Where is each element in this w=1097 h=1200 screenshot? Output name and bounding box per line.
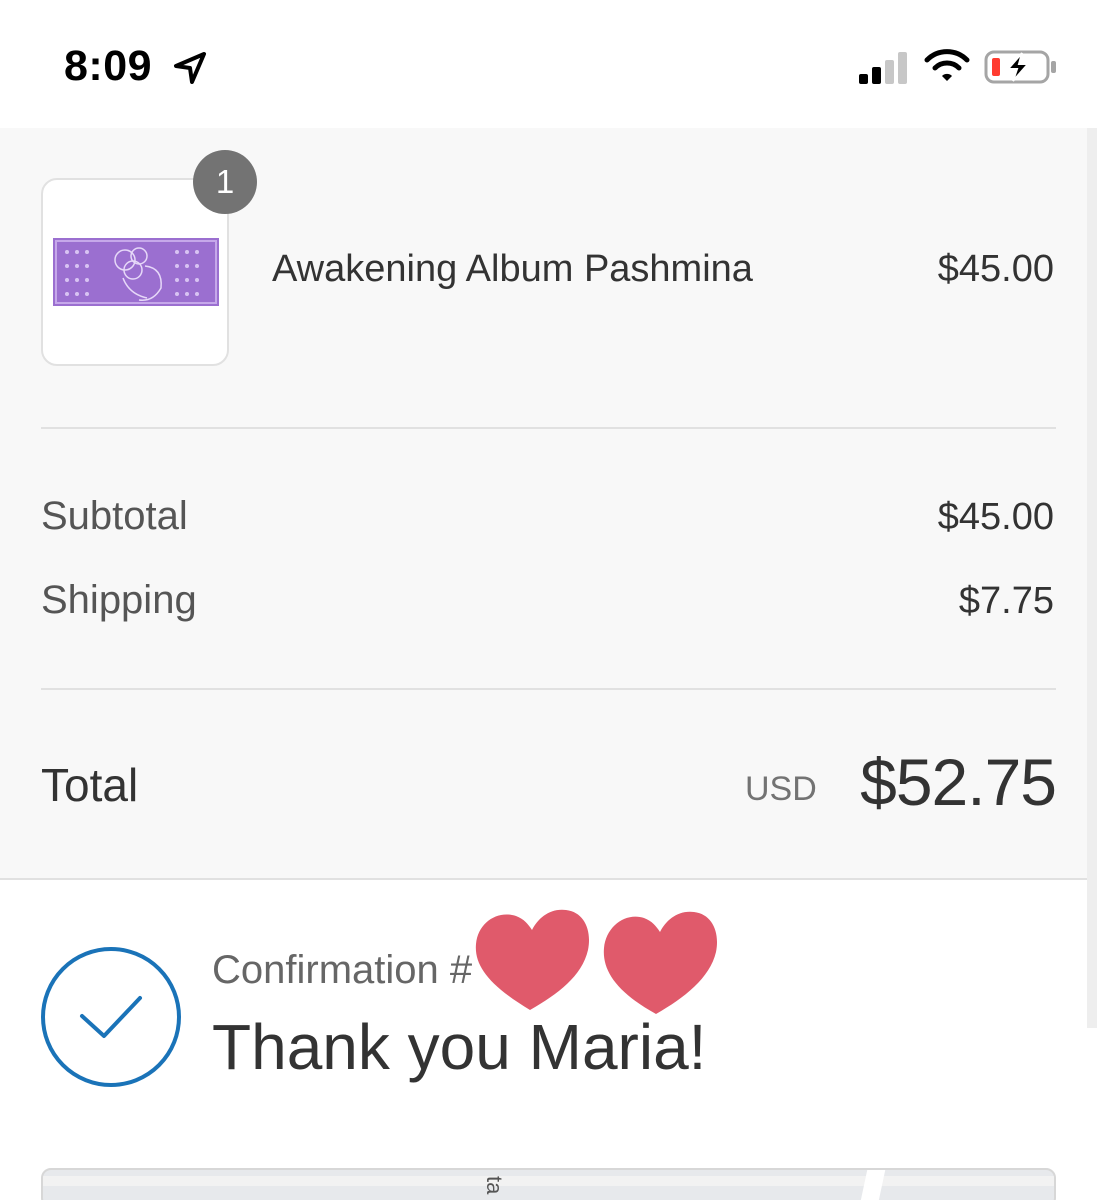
- order-summary: 1 Awakening Album Pashmina $45.00 Subtot…: [0, 128, 1097, 880]
- battery-charging-icon: [984, 50, 1056, 84]
- map-road: [43, 1176, 1054, 1186]
- confirmation-number: Confirmation #: [212, 948, 473, 992]
- divider: [41, 688, 1056, 690]
- currency-code: USD: [745, 770, 817, 808]
- map-street-label: ta: [482, 1176, 507, 1195]
- cellular-signal-icon: [859, 52, 907, 84]
- pashmina-image: [53, 238, 219, 306]
- location-arrow-icon: [174, 52, 206, 84]
- shipping-value: $7.75: [958, 580, 1054, 622]
- total-value: $52.75: [860, 745, 1057, 819]
- status-time: 8:09: [64, 42, 153, 90]
- subtotal-label: Subtotal: [41, 494, 188, 538]
- product-thumbnail[interactable]: [41, 178, 229, 366]
- product-name: Awakening Album Pashmina: [272, 248, 753, 290]
- wifi-icon: [924, 49, 970, 81]
- map-preview[interactable]: ta: [41, 1168, 1056, 1200]
- scroll-edge: [1087, 128, 1097, 1028]
- shipping-label: Shipping: [41, 578, 197, 622]
- divider: [41, 427, 1056, 429]
- subtotal-value: $45.00: [937, 496, 1054, 538]
- checkmark-circle-icon: [41, 947, 181, 1087]
- status-bar: 8:09: [0, 0, 1097, 128]
- total-label: Total: [41, 759, 139, 811]
- quantity-badge: 1: [193, 150, 257, 214]
- product-price: $45.00: [937, 248, 1054, 290]
- thank-you-heading: Thank you Maria!: [212, 1011, 707, 1083]
- heart-stickers: [475, 909, 718, 1014]
